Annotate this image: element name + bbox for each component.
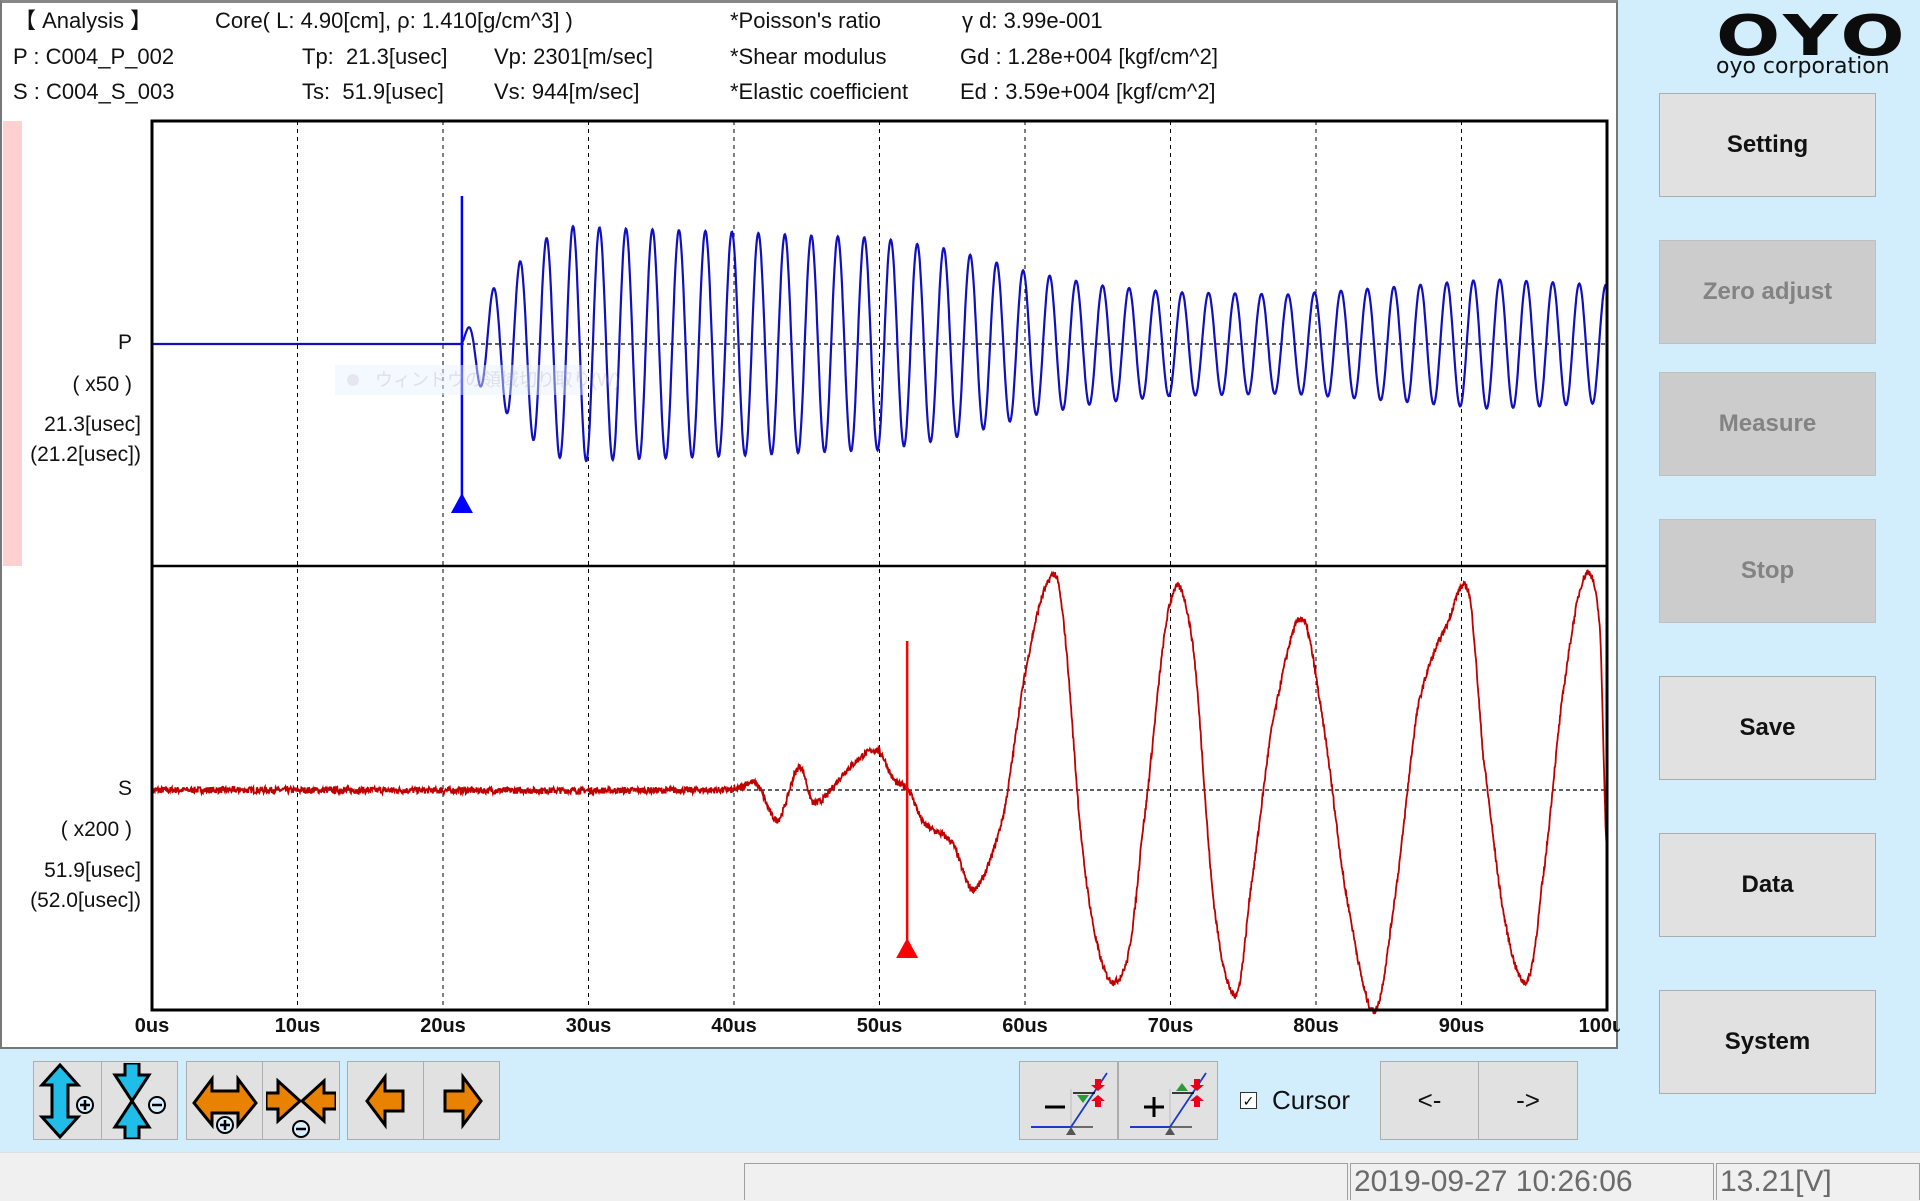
decrease-threshold-button[interactable] xyxy=(1019,1061,1118,1140)
zero-adjust-button-label: Zero adjust xyxy=(1702,278,1833,305)
tooltip-text: ウィンドウの領域切り取り(W) xyxy=(375,370,620,390)
tooltip-ghost: ウィンドウの領域切り取り(W) xyxy=(335,365,620,395)
cursor-prev-button[interactable]: <- xyxy=(1380,1061,1479,1140)
x-tick-label: 40us xyxy=(711,1015,757,1037)
company-name: oyo corporation xyxy=(1716,54,1890,79)
x-tick-label: 0us xyxy=(134,1015,170,1037)
x-tick-label: 80us xyxy=(1293,1015,1339,1037)
data-button-label: Data xyxy=(1741,871,1794,898)
checkmark-icon: ✓ xyxy=(1242,1092,1255,1109)
status-datetime: 2019-09-27 10:26:06 xyxy=(1350,1163,1714,1200)
x-tick-label: 90us xyxy=(1438,1015,1485,1037)
scroll-right-button[interactable] xyxy=(423,1061,500,1140)
save-button[interactable]: Save xyxy=(1659,676,1876,780)
save-button-label: Save xyxy=(1739,714,1796,741)
vertical-zoom-out-button[interactable] xyxy=(101,1061,178,1140)
cursor-checkbox[interactable]: ✓ xyxy=(1240,1092,1257,1109)
waveform-plot[interactable] xyxy=(0,0,1620,1050)
x-tick-label: 10us xyxy=(274,1015,321,1037)
setting-button[interactable]: Setting xyxy=(1659,93,1876,197)
x-tick-label: 20us xyxy=(420,1015,466,1037)
cursor-next-button[interactable]: -> xyxy=(1478,1061,1578,1140)
data-button[interactable]: Data xyxy=(1659,833,1876,937)
vertical-zoom-out-icon xyxy=(111,1062,166,1139)
status-voltage: 13.21[V] xyxy=(1716,1163,1920,1200)
measure-button[interactable]: Measure xyxy=(1659,372,1876,476)
horizontal-zoom-in-button[interactable] xyxy=(186,1061,263,1140)
zero-adjust-button[interactable]: Zero adjust xyxy=(1659,240,1876,344)
setting-button-label: Setting xyxy=(1726,131,1809,158)
measure-button-label: Measure xyxy=(1718,410,1817,437)
horizontal-zoom-in-icon xyxy=(191,1074,258,1134)
scroll-right-icon xyxy=(443,1072,483,1129)
vertical-zoom-in-icon xyxy=(38,1062,94,1139)
stop-button[interactable]: Stop xyxy=(1659,519,1876,623)
horizontal-zoom-out-icon xyxy=(266,1077,336,1138)
system-button-label: System xyxy=(1724,1028,1811,1055)
system-button[interactable]: System xyxy=(1659,990,1876,1094)
cursor-next-label: -> xyxy=(1516,1085,1540,1115)
x-tick-label: 30us xyxy=(565,1015,612,1037)
vertical-zoom-in-button[interactable] xyxy=(33,1061,102,1140)
x-tick-label: 70us xyxy=(1147,1015,1194,1037)
status-message xyxy=(744,1163,1348,1200)
stop-button-label: Stop xyxy=(1740,557,1795,584)
s-cursor-handle-icon[interactable] xyxy=(896,938,919,958)
x-tick-label: 50us xyxy=(856,1015,903,1037)
horizontal-zoom-out-button[interactable] xyxy=(262,1061,340,1140)
increase-threshold-icon xyxy=(1130,1072,1207,1135)
p-cursor-handle-icon[interactable] xyxy=(450,493,473,513)
scroll-left-icon xyxy=(364,1072,404,1129)
increase-threshold-button[interactable] xyxy=(1118,1061,1218,1140)
cursor-prev-label: <- xyxy=(1417,1085,1442,1115)
cursor-checkbox-label[interactable]: Cursor xyxy=(1272,1085,1350,1116)
p-waveform xyxy=(152,224,1609,463)
decrease-threshold-icon xyxy=(1030,1072,1108,1135)
x-tick-label: 60us xyxy=(1002,1015,1048,1037)
scroll-left-button[interactable] xyxy=(347,1061,424,1140)
